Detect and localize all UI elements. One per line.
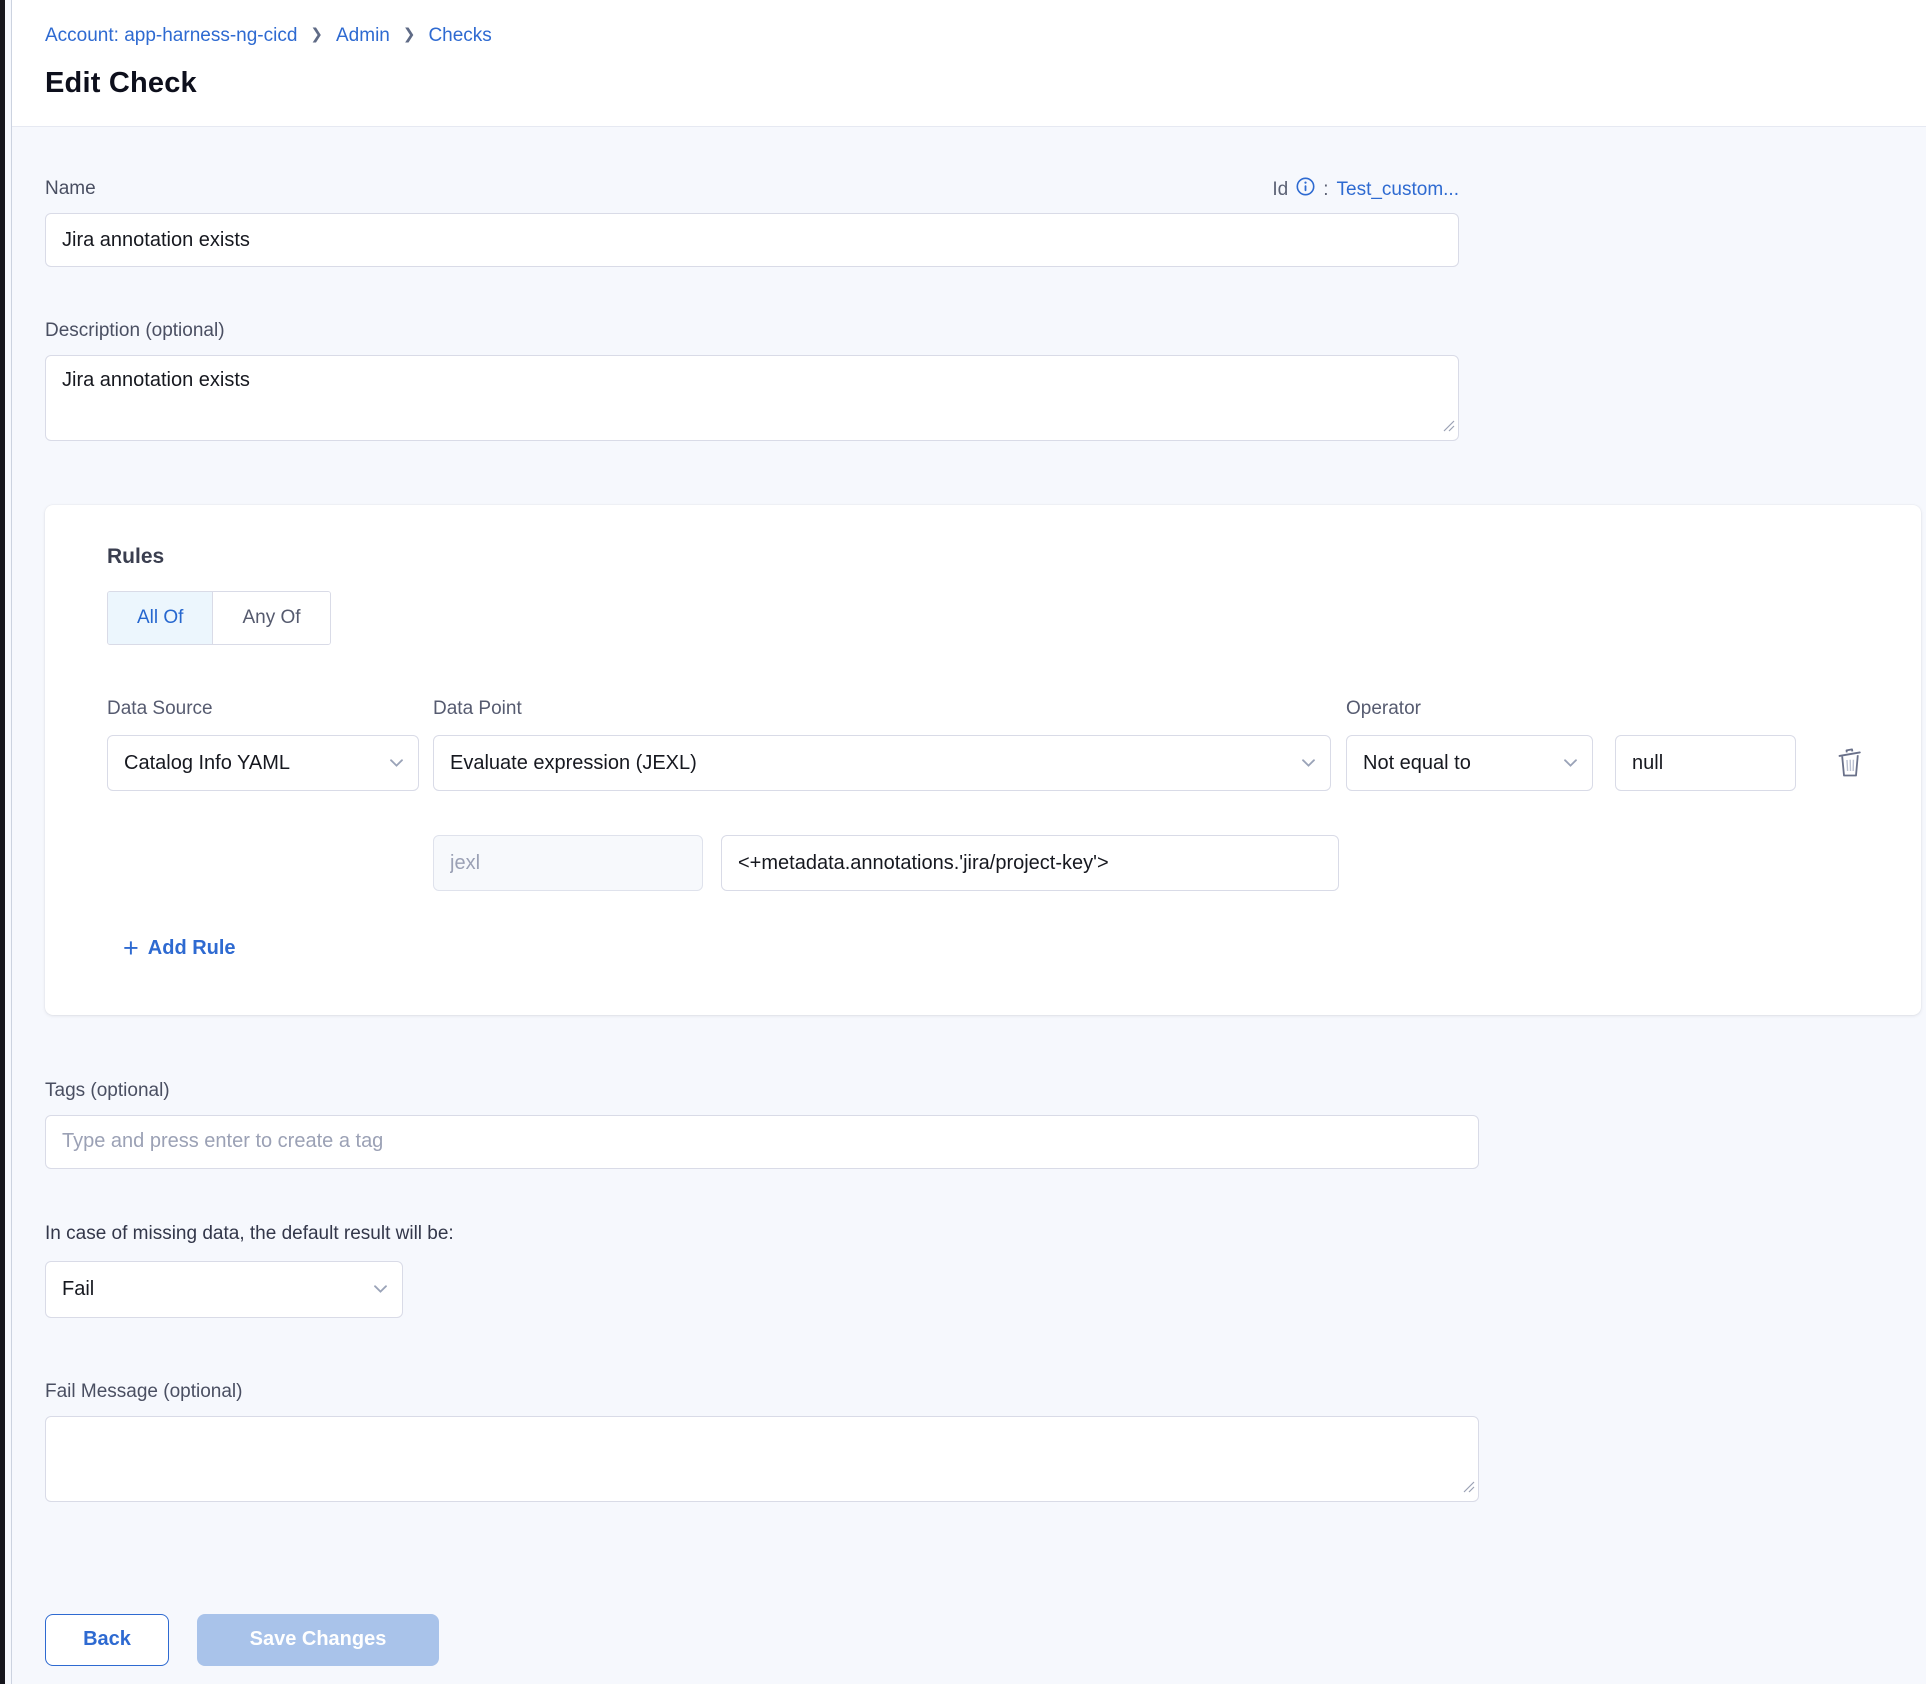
- tags-label: Tags (optional): [45, 1079, 1926, 1103]
- data-point-label: Data Point: [433, 697, 1346, 721]
- chevron-down-icon: [1301, 758, 1316, 768]
- name-input[interactable]: [45, 213, 1459, 267]
- resize-handle-icon[interactable]: [1463, 1480, 1475, 1498]
- breadcrumb-account-link[interactable]: Account: app-harness-ng-cicd: [45, 22, 297, 50]
- tags-input[interactable]: [45, 1115, 1479, 1169]
- default-result-value: Fail: [62, 1278, 94, 1301]
- chevron-right-icon: ❯: [310, 21, 323, 49]
- fail-message-label: Fail Message (optional): [45, 1380, 1926, 1404]
- id-separator: :: [1323, 179, 1328, 201]
- breadcrumb-checks-link[interactable]: Checks: [428, 22, 491, 50]
- add-rule-label: Add Rule: [148, 937, 236, 960]
- rules-title: Rules: [107, 545, 1865, 569]
- edit-check-page: Account: app-harness-ng-cicd ❯ Admin ❯ C…: [11, 0, 1926, 1684]
- name-id-row: Name Id : Test_custom...: [45, 177, 1459, 201]
- save-changes-button[interactable]: Save Changes: [197, 1614, 439, 1666]
- data-point-field: Data Point Evaluate expression (JEXL): [433, 697, 1346, 791]
- operator-select[interactable]: Not equal to: [1346, 735, 1593, 791]
- breadcrumb-admin-link[interactable]: Admin: [336, 22, 390, 50]
- chevron-down-icon: [373, 1284, 388, 1294]
- data-point-value: Evaluate expression (JEXL): [450, 752, 697, 775]
- name-label: Name: [45, 177, 96, 201]
- data-source-label: Data Source: [107, 697, 433, 721]
- operator-value: Not equal to: [1363, 752, 1471, 775]
- check-id-block: Id : Test_custom...: [1272, 179, 1459, 201]
- rules-mode-toggle: All Of Any Of: [107, 591, 331, 645]
- breadcrumb: Account: app-harness-ng-cicd ❯ Admin ❯ C…: [45, 22, 1926, 50]
- form-actions: Back Save Changes: [45, 1614, 1926, 1666]
- resize-handle-icon[interactable]: [1443, 419, 1455, 437]
- operator-field: Operator Not equal to: [1346, 697, 1615, 791]
- expression-row: [433, 835, 1865, 891]
- data-source-value: Catalog Info YAML: [124, 752, 290, 775]
- chevron-down-icon: [1563, 758, 1578, 768]
- window-edge-strip: [0, 0, 5, 1684]
- jexl-input[interactable]: [433, 835, 703, 891]
- fail-message-textarea-wrap: [45, 1416, 1479, 1502]
- chevron-right-icon: ❯: [403, 21, 416, 49]
- edit-check-form: Name Id : Test_custom... Description (op…: [12, 177, 1926, 1666]
- add-rule-button[interactable]: + Add Rule: [123, 937, 236, 960]
- description-textarea[interactable]: Jira annotation exists: [45, 355, 1459, 441]
- id-label: Id: [1272, 179, 1288, 201]
- operator-label: Operator: [1346, 697, 1615, 721]
- plus-icon: +: [123, 938, 139, 958]
- data-source-select[interactable]: Catalog Info YAML: [107, 735, 419, 791]
- check-id-link[interactable]: Test_custom...: [1337, 179, 1460, 201]
- trash-icon: [1836, 747, 1864, 779]
- default-result-select[interactable]: Fail: [45, 1261, 403, 1318]
- toggle-any-of[interactable]: Any Of: [212, 592, 329, 644]
- rule-row: Data Source Catalog Info YAML Data Point…: [107, 697, 1865, 791]
- expression-input[interactable]: [721, 835, 1339, 891]
- data-source-field: Data Source Catalog Info YAML: [107, 697, 433, 791]
- info-icon[interactable]: [1296, 177, 1315, 196]
- delete-rule-button[interactable]: [1836, 747, 1864, 779]
- rule-value-input[interactable]: [1615, 735, 1796, 791]
- back-button[interactable]: Back: [45, 1614, 169, 1666]
- description-label: Description (optional): [45, 319, 1926, 343]
- page-header: Account: app-harness-ng-cicd ❯ Admin ❯ C…: [12, 0, 1926, 127]
- missing-data-label: In case of missing data, the default res…: [45, 1223, 1926, 1245]
- data-point-select[interactable]: Evaluate expression (JEXL): [433, 735, 1331, 791]
- page-title: Edit Check: [45, 67, 1926, 100]
- description-textarea-wrap: Jira annotation exists: [45, 355, 1459, 441]
- rules-card: Rules All Of Any Of Data Source Catalog …: [45, 505, 1921, 1015]
- chevron-down-icon: [389, 758, 404, 768]
- fail-message-textarea[interactable]: [45, 1416, 1479, 1502]
- toggle-all-of[interactable]: All Of: [108, 592, 212, 644]
